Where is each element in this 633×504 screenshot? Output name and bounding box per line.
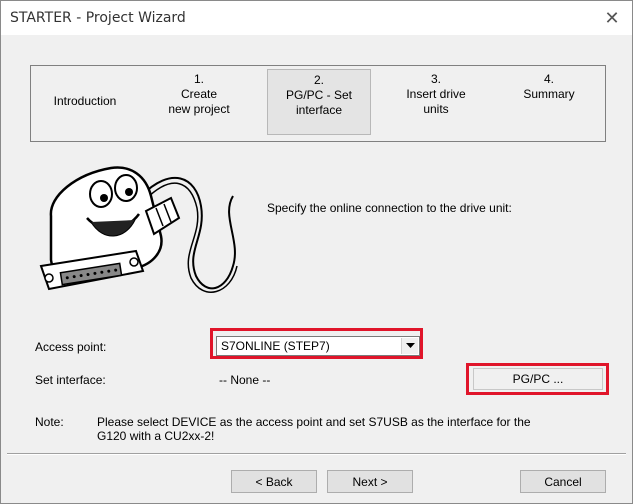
step-label: units	[423, 102, 449, 116]
close-button[interactable]: ✕	[592, 1, 632, 35]
cancel-button[interactable]: Cancel	[520, 470, 606, 493]
footer-divider	[7, 453, 626, 455]
project-wizard-dialog: STARTER - Project Wizard ✕ Introduction …	[0, 0, 633, 504]
cable-mascot-icon	[39, 166, 238, 293]
note-text: Please select DEVICE as the access point…	[97, 415, 531, 443]
note-label: Note:	[35, 415, 64, 429]
window-title: STARTER - Project Wizard	[10, 10, 186, 26]
step-number: 3.	[430, 72, 441, 86]
dropdown-arrow[interactable]	[401, 338, 418, 354]
close-icon: ✕	[604, 7, 620, 29]
wizard-steps: Introduction 1. Create new project 2. PG…	[30, 65, 606, 142]
access-point-value: S7ONLINE (STEP7)	[221, 339, 330, 353]
step-number: 2.	[313, 73, 324, 87]
set-interface-label: Set interface:	[35, 373, 106, 387]
chevron-down-icon	[405, 343, 415, 348]
access-point-select[interactable]: S7ONLINE (STEP7)	[216, 336, 420, 356]
next-button[interactable]: Next >	[327, 470, 413, 493]
step-label: new project	[168, 102, 230, 116]
pgpc-button[interactable]: PG/PC ...	[473, 368, 603, 390]
step-insert-drive-units: 3. Insert drive units	[386, 72, 486, 138]
step-summary: 4. Summary	[499, 72, 599, 138]
step-label: interface	[295, 103, 343, 117]
step-label: Introduction	[53, 94, 117, 108]
step-label: Create	[180, 87, 218, 101]
step-set-interface: 2. PG/PC - Set interface	[267, 69, 371, 135]
step-label: Summary	[523, 87, 575, 101]
step-create-project: 1. Create new project	[149, 72, 249, 138]
step-label: Insert drive	[406, 87, 466, 101]
step-label: PG/PC - Set	[285, 88, 353, 102]
set-interface-value: -- None --	[219, 373, 271, 387]
step-number: 1.	[193, 72, 204, 86]
step-number: 4.	[543, 72, 554, 86]
access-point-label: Access point:	[35, 340, 107, 354]
title-bar: STARTER - Project Wizard ✕	[1, 1, 632, 35]
step-introduction: Introduction	[35, 72, 135, 138]
instruction-text: Specify the online connection to the dri…	[267, 201, 512, 215]
back-button[interactable]: < Back	[231, 470, 317, 493]
